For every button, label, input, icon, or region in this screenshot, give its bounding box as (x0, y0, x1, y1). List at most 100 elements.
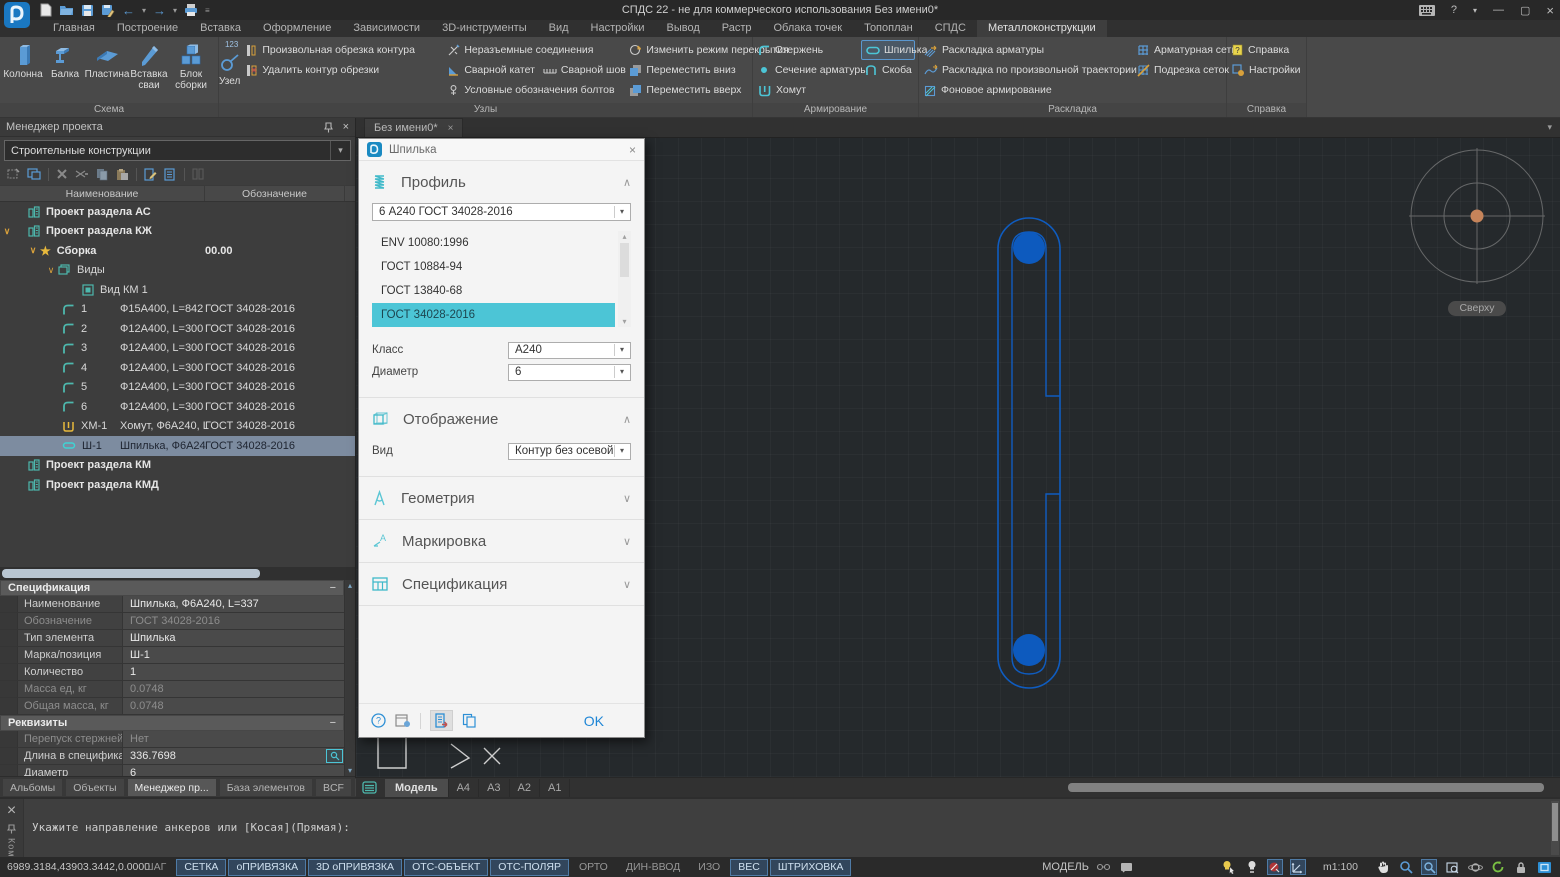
layout-tab-a4[interactable]: А4 (449, 779, 479, 797)
section-rekvizity[interactable]: Реквизиты− (0, 715, 344, 731)
properties-scrollbar[interactable]: ▴▾ (344, 580, 355, 776)
tab-nastroyki[interactable]: Настройки (580, 20, 656, 37)
layout-tab-model[interactable]: Модель (385, 779, 449, 797)
copy-icon[interactable] (96, 168, 109, 181)
rebar-section-button[interactable]: Сечение арматуры (754, 60, 859, 80)
toggle-shtrihovka[interactable]: ШТРИХОВКА (770, 859, 852, 876)
scrollbar-thumb[interactable] (620, 243, 629, 277)
command-scrollbar[interactable] (1551, 801, 1559, 855)
tree-row-project-km[interactable]: Проект раздела КМ (0, 456, 355, 476)
tab-metallokonstrukcii[interactable]: Металлоконструкции (977, 20, 1107, 37)
project-type-select[interactable]: Строительные конструкции ▾ (4, 140, 351, 161)
stud-inner-contour[interactable] (1012, 232, 1060, 674)
tree-row-sborka[interactable]: ∨★Сборка00.00 (0, 241, 355, 261)
clamp-button[interactable]: Скоба (861, 60, 915, 80)
expand-chevron-icon[interactable]: ∨ (0, 226, 14, 237)
dialog-export-button[interactable] (430, 710, 453, 731)
plate-button[interactable]: Пластина (86, 39, 128, 103)
stud-top-bend[interactable] (1013, 232, 1045, 264)
tab-oformlenie[interactable]: Оформление (252, 20, 342, 37)
combo-caret-icon[interactable]: ▾ (330, 141, 350, 160)
column-button[interactable]: Колонна (2, 39, 44, 103)
maximize-button[interactable]: ▢ (1520, 4, 1530, 17)
tab-glavnaya[interactable]: Главная (42, 20, 106, 37)
regen-icon[interactable] (1490, 859, 1506, 875)
tab-manager-proekta[interactable]: Менеджер пр... (127, 778, 217, 797)
redo-icon[interactable]: → (153, 3, 166, 18)
list-scrollbar[interactable]: ▴▾ (618, 231, 631, 327)
settings-ribbon-button[interactable]: Настройки (1228, 60, 1305, 80)
layout-custom-path-button[interactable]: Раскладка по произвольной траектории (920, 60, 1131, 80)
tab-obekty[interactable]: Объекты (65, 778, 124, 797)
new-project-icon[interactable] (7, 168, 20, 180)
tree-row-shpilka-selected[interactable]: Ш-1Шпилька, Ф6А24ГОСТ 34028-2016 (0, 436, 355, 456)
toggle-setka[interactable]: СЕТКА (176, 859, 226, 876)
standard-option[interactable]: ГОСТ 13840-68 (372, 279, 615, 303)
stirrup-button[interactable]: Хомут (754, 80, 859, 100)
chevron-up-icon[interactable]: ∧ (623, 413, 631, 426)
model-space-label[interactable]: МОДЕЛЬ (1042, 861, 1089, 873)
paste-icon[interactable] (116, 168, 129, 181)
fillet-weld-button[interactable]: Сварной катет (443, 60, 539, 80)
profile-select[interactable]: 6 А240 ГОСТ 34028-2016 ▾ (372, 203, 631, 221)
compass-center-dot[interactable] (1471, 210, 1484, 223)
column-name[interactable]: Наименование (0, 186, 205, 201)
tab-albomy[interactable]: Альбомы (2, 778, 63, 797)
weld-seam-button[interactable]: Сварной шов (539, 60, 630, 80)
scale-indicator[interactable]: m1:100 (1323, 861, 1358, 873)
redo-caret-icon[interactable]: ▾ (173, 3, 177, 18)
scroll-down-icon[interactable]: ▾ (622, 317, 626, 326)
crop-contour-button[interactable]: Произвольная обрезка контура (241, 40, 441, 60)
tree-row-rebar-3[interactable]: 3Ф12А400, L=300ГОСТ 34028-2016 (0, 339, 355, 359)
tab-rastr[interactable]: Растр (711, 20, 763, 37)
pick-length-button[interactable] (326, 749, 343, 763)
command-pin-icon[interactable] (7, 824, 16, 834)
dialog-close-icon[interactable]: × (629, 143, 636, 157)
tree-row-vidy[interactable]: ∨Виды (0, 261, 355, 281)
chevron-down-icon[interactable]: ∨ (623, 578, 631, 591)
tab-vstavka[interactable]: Вставка (189, 20, 252, 37)
ucs-icon[interactable] (1290, 859, 1306, 875)
scroll-down-icon[interactable]: ▾ (345, 766, 355, 775)
pile-button[interactable]: Вставка сваи (128, 39, 170, 103)
collapse-icon[interactable]: − (330, 582, 336, 594)
standard-option[interactable]: ГОСТ 10884-94 (372, 255, 615, 279)
scrollbar-thumb[interactable] (1552, 803, 1558, 841)
scrollbar-thumb[interactable] (2, 569, 260, 578)
background-reinforcement-button[interactable]: Фоновое армирование (920, 80, 1131, 100)
prop-row[interactable]: Количество1 (0, 664, 344, 681)
bolt-symbols-button[interactable]: Условные обозначения болтов (443, 80, 623, 100)
toggle-ots-polyar[interactable]: ОТС-ПОЛЯР (490, 859, 569, 876)
document-tab[interactable]: Без имени0* × (364, 118, 463, 137)
toggle-ves[interactable]: ВЕС (730, 859, 768, 876)
ok-button[interactable]: OK (584, 713, 604, 729)
tab-bcf[interactable]: BCF (315, 778, 352, 797)
lock-ui-icon[interactable] (1513, 859, 1529, 875)
stud-button[interactable]: Шпилька (861, 40, 915, 60)
permanent-joints-button[interactable]: Неразъемные соединения (443, 40, 623, 60)
open-in-window-icon[interactable] (27, 168, 41, 180)
tab-baza-elementov[interactable]: База элементов (219, 778, 313, 797)
section-specification-dlg[interactable]: Спецификация ∨ (372, 563, 631, 605)
open-file-icon[interactable] (59, 3, 74, 18)
sheet-set-icon[interactable] (362, 781, 377, 794)
toggle-shag[interactable]: ШАГ (136, 859, 174, 876)
auto-annotation-icon[interactable] (1244, 859, 1260, 875)
mesh-trim-button[interactable]: Подрезка сеток (1133, 60, 1223, 80)
pin-icon[interactable] (324, 122, 333, 133)
expand-chevron-icon[interactable]: ∨ (26, 245, 40, 256)
save-as-icon[interactable] (101, 3, 115, 18)
tab-zavisimosti[interactable]: Зависимости (342, 20, 431, 37)
keyboard-icon[interactable] (1419, 5, 1435, 16)
prop-row[interactable]: Диаметр6 (0, 765, 344, 776)
annotation-scale-sync-icon[interactable] (1267, 859, 1283, 875)
toggle-din-vvod[interactable]: ДИН-ВВОД (618, 859, 688, 876)
tab-list-chevron-icon[interactable]: ▾ (1547, 122, 1552, 133)
rod-button[interactable]: Стержень (754, 40, 859, 60)
fullscreen-icon[interactable] (1536, 859, 1552, 875)
doc-close-icon[interactable]: × (448, 123, 454, 134)
command-history[interactable]: Укажите направление анкеров или [Косая](… (32, 797, 1546, 857)
help-caret-icon[interactable]: ▾ (1473, 6, 1477, 15)
tree-row-rebar-5[interactable]: 5Ф12А400, L=300ГОСТ 34028-2016 (0, 378, 355, 398)
tab-topoplan[interactable]: Топоплан (853, 20, 924, 37)
